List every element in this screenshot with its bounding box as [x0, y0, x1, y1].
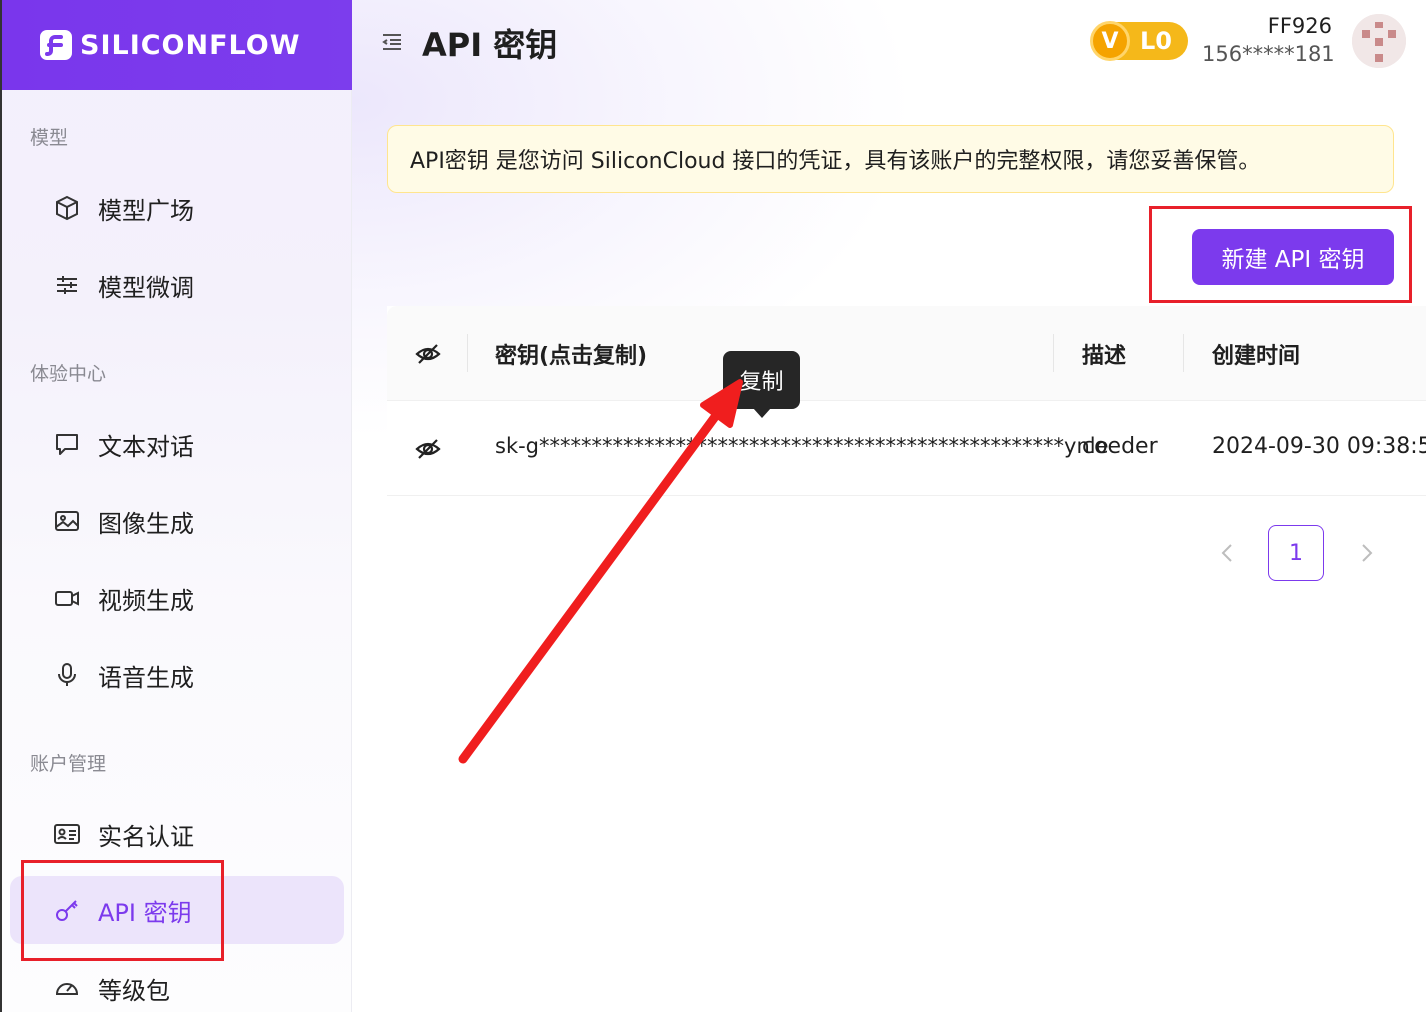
sidebar: SILICONFLOW 模型 模型广场 模型微调 体验中心 文本对话 图像生成 …	[2, 0, 352, 1012]
column-header-created: 创建时间	[1212, 344, 1301, 369]
sidebar-item-label: 语音生成	[98, 663, 194, 692]
level-text: L0	[1140, 27, 1172, 55]
sidebar-item-text-chat[interactable]: 文本对话	[10, 411, 344, 477]
id-card-icon	[52, 819, 82, 849]
api-keys-table: 密钥(点击复制) 描述 创建时间 sk-g*******************…	[387, 306, 1426, 496]
section-label-models: 模型	[30, 127, 69, 149]
section-label-account: 账户管理	[30, 753, 107, 775]
user-name: FF926	[1267, 14, 1332, 38]
notice-text: API密钥 是您访问 SiliconCloud 接口的凭证，具有该账户的完整权限…	[410, 149, 1261, 174]
column-separator	[1053, 334, 1054, 372]
sidebar-item-label: 图像生成	[98, 509, 194, 538]
sidebar-item-model-plaza[interactable]: 模型广场	[10, 175, 344, 241]
sidebar-item-speech-generation[interactable]: 语音生成	[10, 642, 344, 708]
copy-tooltip: 复制	[723, 351, 800, 418]
sidebar-item-video-generation[interactable]: 视频生成	[10, 565, 344, 631]
section-label-experience: 体验中心	[30, 363, 107, 385]
brand-header[interactable]: SILICONFLOW	[2, 0, 352, 90]
key-icon	[52, 895, 82, 925]
avatar[interactable]	[1352, 14, 1406, 68]
level-badge[interactable]: V L0	[1090, 21, 1188, 61]
new-api-key-button[interactable]: 新建 API 密钥	[1192, 229, 1394, 285]
api-key-value[interactable]: sk-g************************************…	[495, 434, 1109, 458]
api-key-description: coeder	[1082, 434, 1158, 459]
microphone-icon	[52, 660, 82, 690]
sidebar-item-label: 文本对话	[98, 432, 194, 461]
api-key-notice: API密钥 是您访问 SiliconCloud 接口的凭证，具有该账户的完整权限…	[387, 125, 1394, 193]
sliders-icon	[52, 270, 82, 300]
brand-name: SILICONFLOW	[80, 29, 301, 61]
siliconflow-logo-icon	[38, 29, 74, 61]
sidebar-item-label: 视频生成	[98, 586, 194, 615]
vip-badge-icon: V	[1090, 21, 1130, 61]
eye-off-icon[interactable]	[414, 340, 442, 368]
column-header-description: 描述	[1082, 344, 1127, 369]
pagination-page-1[interactable]: 1	[1268, 525, 1324, 581]
video-icon	[52, 583, 82, 613]
table-row: sk-g************************************…	[387, 401, 1426, 496]
column-header-key: 密钥(点击复制)	[495, 344, 648, 369]
sidebar-item-label: 模型广场	[98, 196, 194, 225]
sidebar-item-real-name-verification[interactable]: 实名认证	[10, 801, 344, 867]
column-separator	[1183, 334, 1184, 372]
pagination-next-button[interactable]	[1352, 538, 1382, 568]
sidebar-item-label: API 密钥	[98, 898, 192, 927]
main-content: API 密钥 V L0 FF926 156*****181 API密钥 是您访问…	[352, 0, 1426, 1012]
user-phone: 156*****181	[1202, 42, 1335, 66]
sidebar-item-label: 等级包	[98, 976, 170, 1005]
eye-off-icon[interactable]	[414, 435, 442, 463]
api-key-created-time: 2024-09-30 09:38:52	[1212, 434, 1426, 459]
sidebar-item-image-generation[interactable]: 图像生成	[10, 488, 344, 554]
table-header: 密钥(点击复制) 描述 创建时间	[387, 306, 1426, 401]
sidebar-item-api-keys[interactable]: API 密钥	[10, 876, 344, 944]
collapse-menu-icon[interactable]	[380, 30, 404, 54]
column-separator	[467, 334, 468, 372]
gauge-icon	[52, 973, 82, 1003]
image-icon	[52, 506, 82, 536]
pagination-prev-button[interactable]	[1212, 538, 1242, 568]
cube-icon	[52, 193, 82, 223]
sidebar-item-label: 实名认证	[98, 822, 194, 851]
chat-icon	[52, 429, 82, 459]
sidebar-item-level-package[interactable]: 等级包	[10, 955, 344, 1021]
page-title: API 密钥	[422, 26, 558, 64]
sidebar-item-model-finetune[interactable]: 模型微调	[10, 252, 344, 318]
sidebar-item-label: 模型微调	[98, 273, 194, 302]
